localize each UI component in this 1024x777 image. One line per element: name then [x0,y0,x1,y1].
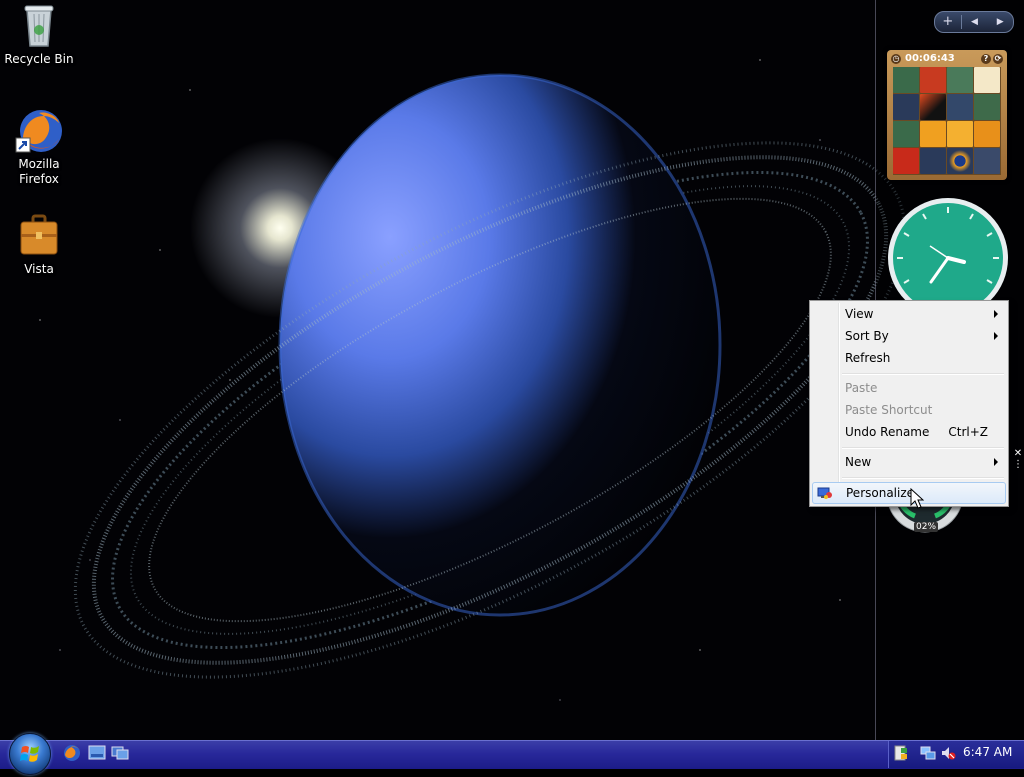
windows-logo-icon [20,746,39,762]
start-button[interactable] [9,733,51,775]
submenu-arrow-icon [994,458,998,466]
puzzle-tile[interactable] [920,67,946,93]
puzzle-tile[interactable] [947,148,973,174]
menu-item-shortcut: Ctrl+Z [948,425,988,439]
desktop-icon-label: Mozilla Firefox [18,157,60,186]
volume-muted-icon[interactable] [940,745,956,761]
submenu-arrow-icon [994,332,998,340]
desktop-context-menu: View Sort By Refresh Paste Paste Shortcu… [809,300,1009,507]
puzzle-tile[interactable] [947,94,973,120]
menu-item-view[interactable]: View [812,304,1006,324]
desktop-icon-label: Recycle Bin [4,52,74,66]
taskbar [0,740,1024,769]
windows-sidebar-tray-icon[interactable] [893,745,909,761]
menu-item-label: Paste [845,381,878,395]
menu-separator [842,373,1004,375]
puzzle-grid [893,67,1001,175]
puzzle-tile[interactable] [893,121,919,147]
taskbar-clock[interactable]: 6:47 AM [963,745,1012,759]
puzzle-tile[interactable] [920,94,946,120]
mouse-cursor-icon [910,488,924,509]
quicklaunch-switch-windows-icon[interactable] [111,744,129,762]
puzzle-timer: 00:06:43 [905,53,955,64]
network-icon[interactable] [920,745,936,761]
quicklaunch-firefox-icon[interactable] [63,744,81,762]
puzzle-tile[interactable] [920,148,946,174]
puzzle-tile[interactable] [974,94,1000,120]
menu-item-personalize[interactable]: Personalize [812,482,1006,504]
menu-item-paste-shortcut: Paste Shortcut [812,400,1006,420]
menu-item-undo-rename[interactable]: Undo Rename Ctrl+Z [812,422,1006,442]
puzzle-tile[interactable] [974,148,1000,174]
desktop-icon-vista[interactable]: Vista [3,212,75,277]
briefcase-icon [15,212,63,260]
firefox-icon [15,107,63,155]
menu-item-label: View [845,307,874,321]
puzzle-tile[interactable] [893,67,919,93]
menu-item-paste: Paste [812,378,1006,398]
menu-item-label: Undo Rename [845,425,930,439]
recycle-bin-icon [15,2,63,50]
meter-percent: 02% [914,522,939,532]
puzzle-tile[interactable] [974,67,1000,93]
personalize-icon [817,487,832,499]
help-icon[interactable]: ? [981,53,991,64]
previous-page-button[interactable]: ◀ [962,12,988,32]
next-page-button[interactable]: ▶ [987,12,1013,32]
menu-item-label: Paste Shortcut [845,403,933,417]
menu-separator [842,447,1004,449]
puzzle-tile[interactable] [947,121,973,147]
desktop-icon-label: Vista [24,262,54,276]
menu-item-label: Personalize [846,486,915,500]
desktop-icon-recycle-bin[interactable]: Recycle Bin [3,2,75,67]
menu-item-label: Refresh [845,351,891,365]
menu-item-sort-by[interactable]: Sort By [812,326,1006,346]
menu-item-label: New [845,455,872,469]
puzzle-tile[interactable] [893,94,919,120]
puzzle-tile[interactable] [893,148,919,174]
gadget-toolbar: + ◀ ▶ [934,11,1014,33]
desktop-icon-firefox[interactable]: Mozilla Firefox [3,107,75,187]
picture-puzzle-gadget[interactable]: ◷ 00:06:43 ? ⟳ [887,50,1007,180]
quicklaunch-show-desktop-icon[interactable] [88,744,106,762]
menu-item-refresh[interactable]: Refresh [812,348,1006,368]
puzzle-header: ◷ 00:06:43 ? ⟳ [891,52,1003,65]
puzzle-tile[interactable] [974,121,1000,147]
menu-separator [842,477,1004,479]
menu-item-label: Sort By [845,329,889,343]
add-gadget-button[interactable]: + [935,12,961,32]
shuffle-icon[interactable]: ⟳ [993,53,1003,64]
timer-icon: ◷ [891,53,901,64]
sidebar-close-button[interactable]: ✕ ⋮ [1013,448,1023,478]
puzzle-tile[interactable] [920,121,946,147]
menu-item-new[interactable]: New [812,452,1006,472]
submenu-arrow-icon [994,310,998,318]
puzzle-tile[interactable] [947,67,973,93]
